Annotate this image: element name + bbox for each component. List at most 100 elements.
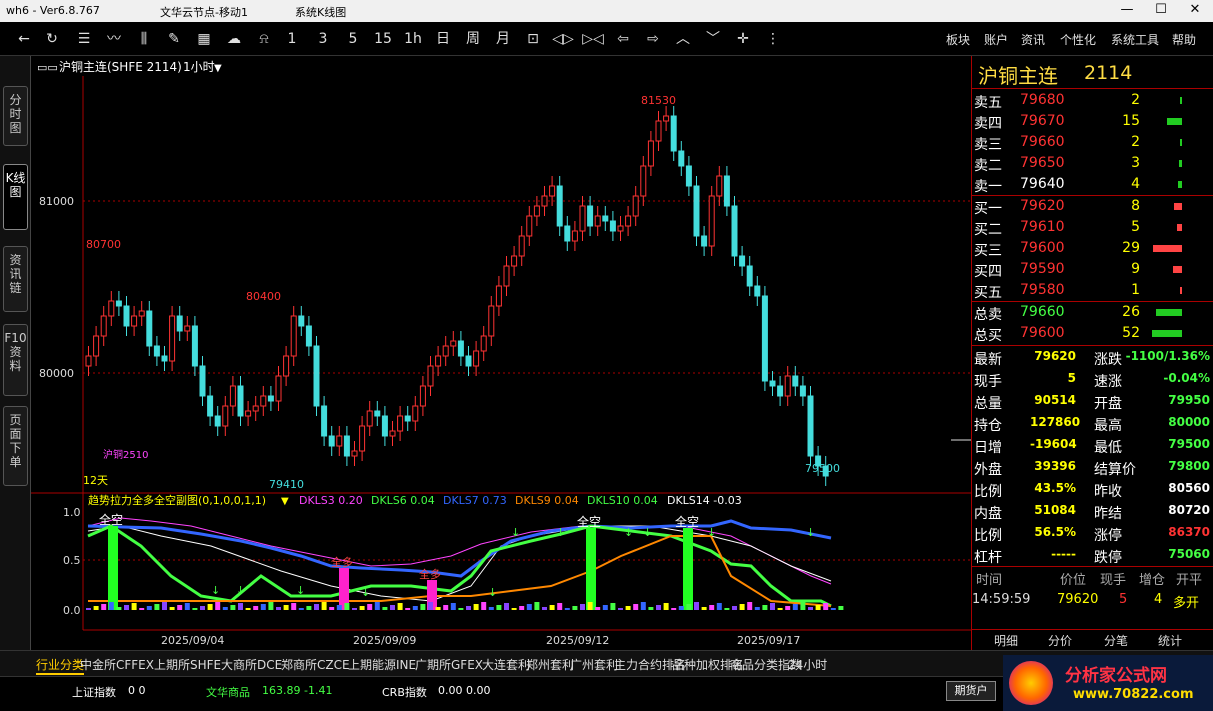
tab-news-chain[interactable]: 资讯链 [3,246,28,312]
refresh-icon[interactable]: ↻ [40,30,64,48]
histogram-bar [412,606,418,610]
ask-row[interactable]: 卖二 79650 3 [972,153,1213,174]
grid-icon[interactable]: ▦ [192,30,216,48]
ask-row[interactable]: 卖四 79670 15 [972,111,1213,132]
histogram-bar [519,606,525,610]
market-tab[interactable]: 大连套利 [482,656,530,673]
candle [723,175,730,207]
market-tab[interactable]: 大商所DCE [221,656,282,673]
tab-order[interactable]: 页面下单 [3,406,28,486]
menu-sector[interactable]: 板块 [946,31,970,48]
custom-period-icon[interactable]: ⊡ [521,30,545,48]
indicator-dropdown-icon[interactable]: ▼ [281,496,289,507]
more-icon[interactable]: ⋮ [761,30,785,48]
tab-kline[interactable]: K线图 [3,164,28,230]
bid-row[interactable]: 买二 79610 5 [972,217,1213,238]
line-chart-icon[interactable]: 〰 [102,30,126,48]
minimize-button[interactable]: — [1110,0,1144,22]
down-icon[interactable]: ﹀ [701,30,725,48]
menu-news[interactable]: 资讯 [1021,31,1045,48]
ask-row[interactable]: 卖一 79640 4 [972,174,1213,195]
histogram-bar [808,607,813,610]
futures-account-button[interactable]: 期货户 [946,681,996,701]
ask-row[interactable]: 卖三 79660 2 [972,132,1213,153]
bid-row[interactable]: 买四 79590 9 [972,259,1213,280]
market-tab[interactable]: 上期能源INE [348,656,416,673]
up-icon[interactable]: ︿ [671,30,695,48]
market-tab[interactable]: 上期所SHFE [154,656,221,673]
period-week-button[interactable]: 周 [461,30,485,48]
indicator-name[interactable]: 趋势拉力全多全空副图(0,1,0,0,1,1) [88,493,266,507]
menu-personalize[interactable]: 个性化 [1060,31,1096,48]
period-3-button[interactable]: 3 [311,30,335,48]
market-tab[interactable]: 广期所GFEX [415,656,483,673]
ask-vol-bar [1180,97,1182,104]
ask-row[interactable]: 卖五 79680 2 [972,90,1213,111]
tab-detail[interactable]: 明细 [994,632,1018,649]
market-tab[interactable]: 郑商所CZCE [281,656,350,673]
stat-value: 80560 [1168,481,1210,495]
candle [131,315,138,327]
candle [442,345,449,357]
candle [792,375,799,387]
zoom-out-icon[interactable]: ◁▷ [551,30,575,48]
histogram-bar [268,602,274,610]
tab-f10[interactable]: F10资料 [3,324,28,396]
ask-label: 卖五 [974,95,1002,111]
bid-row[interactable]: 买三 79600 29 [972,238,1213,259]
candle [465,355,472,367]
scroll-right-icon[interactable]: ⇨ [641,30,665,48]
bid-row[interactable]: 买五 79580 1 [972,280,1213,301]
tab-stats[interactable]: 统计 [1158,632,1182,649]
dkls6-value: DKLS6 0.04 [371,494,435,507]
histogram-bar [390,605,395,610]
market-tab[interactable]: 行业分类 [36,656,85,675]
total-row[interactable]: 总买 79600 52 [972,323,1213,344]
period-1h-button[interactable]: 1h [401,30,425,48]
market-tab[interactable]: 郑州套利 [526,656,574,673]
period-5-button[interactable]: 5 [341,30,365,48]
zoom-in-icon[interactable]: ▷◁ [581,30,605,48]
tick-type: 多开 [1173,596,1200,611]
histogram-bar [488,607,494,610]
stat-value: 127860 [1030,415,1081,429]
candle-icon[interactable]: ⫼ [132,30,156,48]
kline-chart-area[interactable]: ▭▭ 沪铜主连(SHFE 2114) 1小时 ▼ 81000 80000 815… [31,56,971,650]
menu-system-tools[interactable]: 系统工具 [1111,31,1159,48]
ask-vol-bar [1178,181,1182,188]
stat-value: 51084 [1034,503,1076,517]
bid-row[interactable]: 买一 79620 8 [972,196,1213,217]
period-1-button[interactable]: 1 [280,30,304,48]
total-row[interactable]: 总卖 79660 26 [972,302,1213,323]
menu-help[interactable]: 帮助 [1172,31,1196,48]
period-day-button[interactable]: 日 [431,30,455,48]
tab-price-dist[interactable]: 分价 [1048,632,1072,649]
stat-value: 79800 [1168,459,1210,473]
cloud-icon[interactable]: ☁ [222,30,246,48]
market-tab[interactable]: 中金所CFFEX [80,656,154,673]
tick-header-time: 时间 [976,573,1003,588]
menu-account[interactable]: 账户 [984,31,1008,48]
candle [381,415,388,437]
back-icon[interactable]: ← [12,30,36,48]
draw-icon[interactable]: ✎ [162,30,186,48]
cross-icon[interactable]: ✛ [731,30,755,48]
scroll-left-icon[interactable]: ⇦ [611,30,635,48]
bell-icon[interactable]: ⍾ [252,30,276,48]
list-icon[interactable]: ☰ [72,30,96,48]
period-15-button[interactable]: 15 [371,30,395,48]
stat-label: 最高 [1094,418,1122,434]
close-button[interactable]: ✕ [1178,0,1212,22]
tab-timeshare[interactable]: 分时图 [3,86,28,146]
kline-svg[interactable]: ▭▭ 沪铜主连(SHFE 2114) 1小时 ▼ 81000 80000 815… [31,56,971,650]
period-month-button[interactable]: 月 [491,30,515,48]
ask-label: 卖二 [974,158,1002,174]
maximize-button[interactable]: ☐ [1144,0,1178,22]
tab-ticks[interactable]: 分笔 [1104,632,1128,649]
quote-code: 2114 [1084,62,1133,84]
market-tab[interactable]: 广州套利 [570,656,618,673]
period-dropdown-icon[interactable]: ▼ [214,63,222,74]
market-tab[interactable]: 24小时 [788,656,827,673]
bid-price: 79610 [1020,219,1065,235]
period-selector[interactable]: 1小时 [183,60,215,74]
